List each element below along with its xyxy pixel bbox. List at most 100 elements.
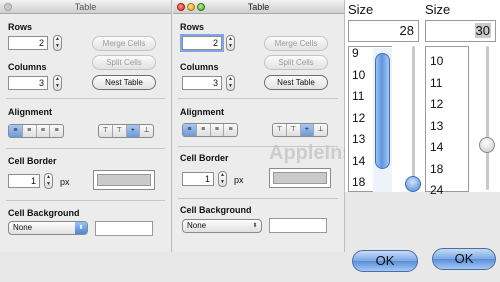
cell-border-label: Cell Border xyxy=(8,156,57,166)
merge-cells-button[interactable]: Merge Cells xyxy=(264,36,328,51)
list-scrollbar[interactable] xyxy=(373,48,392,192)
align-middle-icon[interactable]: + xyxy=(300,124,315,136)
border-width-field[interactable]: 1 xyxy=(182,172,214,186)
size-slider-knob[interactable] xyxy=(405,176,421,192)
size-panel-right: Size 30 10 11 12 13 14 18 24 xyxy=(423,0,500,197)
size-option[interactable]: 14 xyxy=(430,137,443,159)
align-top-icon[interactable]: ⊤ xyxy=(99,125,113,137)
align-right-icon[interactable]: ≡ xyxy=(211,124,225,136)
size-option[interactable]: 10 xyxy=(352,65,365,87)
columns-field[interactable]: 3 xyxy=(182,76,222,90)
columns-stepper[interactable]: ▲ ▼ xyxy=(53,75,62,91)
background-popup[interactable]: None ⬍ xyxy=(8,221,88,235)
rows-stepper[interactable]: ▲ ▼ xyxy=(53,35,62,51)
size-slider-knob[interactable] xyxy=(479,137,495,153)
size-options: 10 11 12 13 14 18 24 xyxy=(430,51,443,202)
size-slider-track[interactable] xyxy=(486,46,489,190)
background-color-field[interactable] xyxy=(269,218,327,233)
separator xyxy=(178,98,338,99)
border-width-stepper[interactable]: ▲ ▼ xyxy=(44,173,53,189)
align-top-text-icon[interactable]: ⊤ xyxy=(113,125,127,137)
size-option[interactable]: 11 xyxy=(430,73,443,95)
chevron-updown-icon: ⬍ xyxy=(75,222,87,234)
align-middle-icon[interactable]: + xyxy=(126,125,141,137)
close-window-icon[interactable] xyxy=(177,3,185,11)
size-options: 9 10 11 12 13 14 18 xyxy=(352,43,365,194)
align-justify-icon[interactable]: ≡ xyxy=(224,124,237,136)
size-panel-left: Size 28 9 10 11 12 13 14 18 xyxy=(345,0,423,192)
size-option[interactable]: 14 xyxy=(352,151,365,173)
table-dialog-active: Table Rows 2 ▲ ▼ Columns 3 ▲ ▼ Merge Cells… xyxy=(173,0,390,252)
rows-stepper[interactable]: ▲ ▼ xyxy=(226,35,235,51)
size-field[interactable]: 28 xyxy=(348,20,419,42)
size-field-value: 30 xyxy=(474,23,491,38)
close-window-icon[interactable] xyxy=(4,3,12,11)
size-slider-track[interactable] xyxy=(412,46,415,190)
vertical-alignment-control[interactable]: ⊤ ⊤ + ⊥ xyxy=(272,123,328,137)
border-width-field[interactable]: 1 xyxy=(8,174,40,188)
border-color-well[interactable] xyxy=(269,168,331,188)
table-dialog-inactive: Table Rows 2 ▲ ▼ Columns 3 ▲ ▼ Merge Cells… xyxy=(0,0,172,252)
size-option[interactable]: 11 xyxy=(352,86,365,108)
split-cells-button[interactable]: Split Cells xyxy=(264,55,328,70)
columns-stepper[interactable]: ▲ ▼ xyxy=(226,75,235,91)
horizontal-alignment-control[interactable]: ≡ ≡ ≡ ≡ xyxy=(8,124,64,138)
nest-table-button[interactable]: Nest Table xyxy=(264,75,328,90)
columns-field[interactable]: 3 xyxy=(8,76,48,90)
size-option[interactable]: 18 xyxy=(430,159,443,181)
align-bottom-icon[interactable]: ⊥ xyxy=(314,124,327,136)
background-popup[interactable]: None ⬍ xyxy=(182,219,262,233)
align-left-icon[interactable]: ≡ xyxy=(183,124,197,136)
size-option[interactable]: 12 xyxy=(430,94,443,116)
merge-cells-button[interactable]: Merge Cells xyxy=(92,36,156,51)
list-scroll-thumb[interactable] xyxy=(375,53,390,169)
size-list[interactable]: 10 11 12 13 14 18 24 xyxy=(425,46,469,197)
align-justify-icon[interactable]: ≡ xyxy=(50,125,63,137)
rows-label: Rows xyxy=(180,22,205,32)
vertical-alignment-control[interactable]: ⊤ ⊤ + ⊥ xyxy=(98,124,154,138)
size-option[interactable]: 12 xyxy=(352,108,365,130)
dialog-title: Table xyxy=(247,2,270,12)
columns-label: Columns xyxy=(180,62,219,72)
separator xyxy=(178,146,338,147)
horizontal-alignment-control[interactable]: ≡ ≡ ≡ ≡ xyxy=(182,123,238,137)
separator xyxy=(6,148,165,149)
size-field[interactable]: 30 xyxy=(425,20,496,42)
background-popup-value: None xyxy=(187,221,207,230)
split-cells-button[interactable]: Split Cells xyxy=(92,55,156,70)
rows-field[interactable]: 2 xyxy=(182,36,222,50)
align-bottom-icon[interactable]: ⊥ xyxy=(140,125,153,137)
background-popup-value: None xyxy=(13,223,33,232)
nest-table-button[interactable]: Nest Table xyxy=(92,75,156,90)
align-top-text-icon[interactable]: ⊤ xyxy=(287,124,301,136)
background-color-field[interactable] xyxy=(95,221,153,236)
size-option[interactable]: 13 xyxy=(430,116,443,138)
align-right-icon[interactable]: ≡ xyxy=(37,125,51,137)
align-top-icon[interactable]: ⊤ xyxy=(273,124,287,136)
minimize-window-icon[interactable] xyxy=(187,3,195,11)
alignment-label: Alignment xyxy=(8,107,52,117)
size-heading: Size xyxy=(348,2,374,17)
dialog-titlebar: Table xyxy=(173,0,344,14)
separator xyxy=(178,198,338,199)
align-left-icon[interactable]: ≡ xyxy=(9,125,23,137)
size-option[interactable]: 10 xyxy=(430,51,443,73)
cell-background-label: Cell Background xyxy=(8,208,80,218)
cell-background-label: Cell Background xyxy=(180,205,252,215)
size-option[interactable]: 24 xyxy=(430,180,443,202)
border-color-well[interactable] xyxy=(93,170,155,190)
size-option[interactable]: 18 xyxy=(352,172,365,194)
rows-label: Rows xyxy=(8,22,33,32)
size-option[interactable]: 9 xyxy=(352,43,365,65)
size-option[interactable]: 13 xyxy=(352,129,365,151)
zoom-window-icon[interactable] xyxy=(197,3,205,11)
dialog-titlebar: Table xyxy=(0,0,171,14)
separator xyxy=(6,200,165,201)
cell-border-label: Cell Border xyxy=(180,153,229,163)
align-center-icon[interactable]: ≡ xyxy=(197,124,211,136)
border-width-stepper[interactable]: ▲ ▼ xyxy=(218,171,227,187)
align-center-icon[interactable]: ≡ xyxy=(23,125,37,137)
rows-field[interactable]: 2 xyxy=(8,36,48,50)
ok-button[interactable]: OK xyxy=(352,250,418,272)
ok-button[interactable]: OK xyxy=(432,248,496,270)
